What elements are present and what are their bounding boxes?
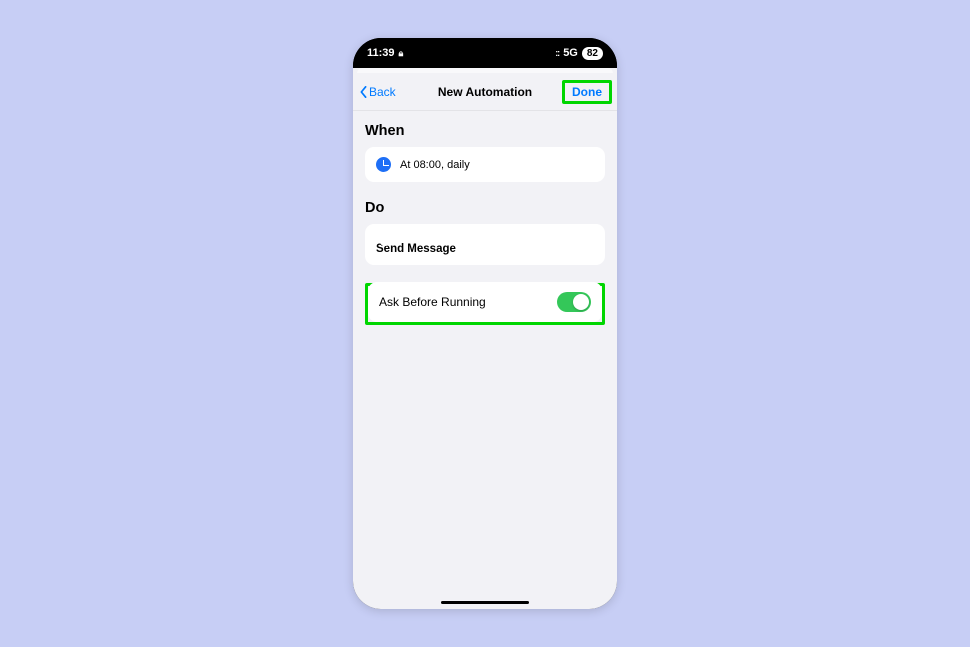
back-button[interactable]: Back bbox=[360, 85, 396, 99]
status-time: 11:39 bbox=[367, 47, 395, 59]
page-title: New Automation bbox=[438, 85, 532, 99]
when-trigger-card[interactable]: At 08:00, daily bbox=[365, 147, 605, 182]
highlight-box-ask: Ask Before Running bbox=[365, 283, 605, 325]
action-label: Send Message bbox=[376, 243, 594, 255]
when-header: When bbox=[365, 123, 605, 139]
ask-label: Ask Before Running bbox=[379, 295, 486, 309]
navigation-bar: Back New Automation Done bbox=[353, 73, 617, 111]
phone-frame: 11:39 🔒︎ :: 5G 82 Back New Automation Do… bbox=[353, 38, 617, 609]
lock-icon: 🔒︎ bbox=[399, 48, 404, 59]
battery-indicator: 82 bbox=[582, 47, 603, 60]
network-label: 5G bbox=[563, 47, 578, 59]
highlight-box-done: Done bbox=[562, 80, 612, 104]
done-button[interactable]: Done bbox=[565, 81, 609, 103]
do-action-card[interactable]: Send Message bbox=[365, 224, 605, 265]
content-area: When At 08:00, daily Do Send Message Ask… bbox=[353, 111, 617, 609]
signal-icon: :: bbox=[555, 48, 559, 58]
do-header: Do bbox=[365, 200, 605, 216]
trigger-text: At 08:00, daily bbox=[400, 159, 470, 171]
back-label: Back bbox=[369, 85, 396, 99]
ask-toggle[interactable] bbox=[557, 292, 591, 312]
ask-before-running-row: Ask Before Running bbox=[368, 282, 602, 322]
clock-icon bbox=[376, 157, 391, 172]
screen: Back New Automation Done When At 08:00, … bbox=[353, 68, 617, 609]
status-bar: 11:39 🔒︎ :: 5G 82 bbox=[353, 38, 617, 68]
home-indicator[interactable] bbox=[441, 601, 529, 605]
chevron-left-icon bbox=[360, 86, 367, 98]
